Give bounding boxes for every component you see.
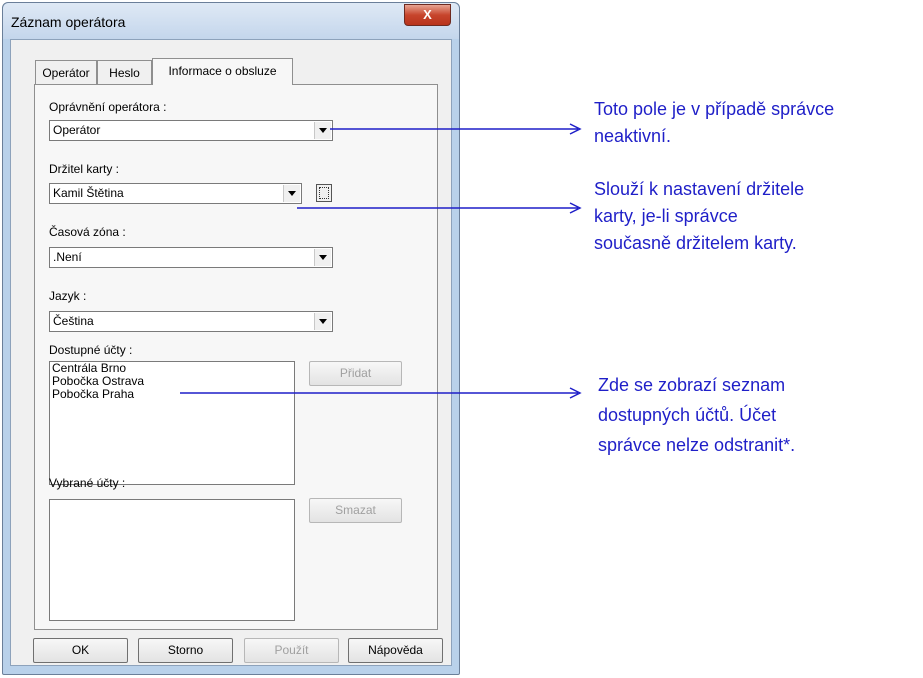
- annotation-line: Slouží k nastavení držitele: [594, 179, 805, 199]
- callout-arrow-1: [330, 123, 582, 135]
- annotation-permission-note: Toto pole je v případě správce neaktivní…: [594, 96, 834, 150]
- annotation-card-holder-note: Slouží k nastavení držitele karty, je-li…: [594, 176, 804, 257]
- annotation-accounts-note: Zde se zobrazí seznam dostupných účtů. Ú…: [598, 370, 795, 460]
- annotation-line: správce nelze odstranit*.: [598, 435, 796, 455]
- annotation-line: dostupných účtů. Účet: [598, 405, 777, 425]
- annotation-line: současně držitelem karty.: [594, 233, 797, 253]
- annotation-line: Toto pole je v případě správce: [594, 99, 835, 119]
- callout-arrow-2: [297, 202, 582, 214]
- callout-arrow-3: [180, 387, 582, 399]
- annotation-line: neaktivní.: [594, 126, 672, 146]
- annotation-line: Zde se zobrazí seznam: [598, 375, 786, 395]
- annotation-line: karty, je-li správce: [594, 206, 738, 226]
- tab-service-info[interactable]: Informace o obsluze: [152, 58, 293, 85]
